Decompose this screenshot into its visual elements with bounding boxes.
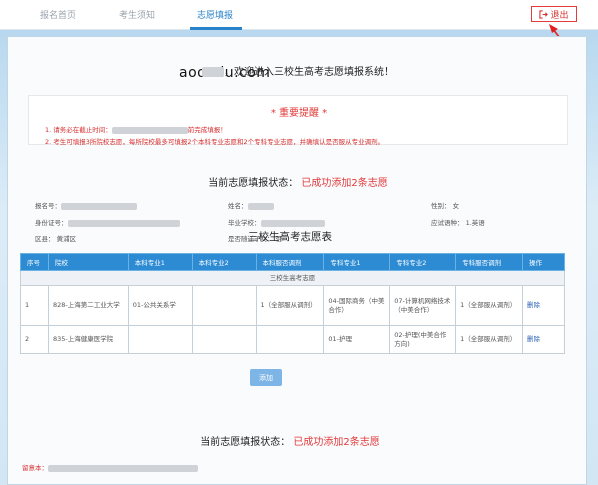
redacted-name-2	[247, 202, 274, 210]
table-row: 2 835-上海健康医学院 01-护理 02-护理(中美合作方向) 1（全部服从…	[20, 325, 565, 354]
welcome-text: ，欢迎进入三校生高考志愿填报系统！	[224, 67, 394, 78]
notice-title: * 重要提醒 *	[270, 108, 328, 119]
group-label: 三校生高考志愿	[20, 270, 565, 286]
info-name: 姓名：	[228, 200, 274, 210]
cell-school: 828-上海第二工业大学	[47, 285, 129, 326]
cell-zk1: 01-护理	[323, 325, 391, 354]
info-gender: 性别： 女	[431, 200, 459, 210]
col-header: 本科专业2	[191, 253, 257, 271]
redacted-exam-no	[61, 202, 137, 210]
col-header: 院校	[47, 253, 129, 271]
language-label: 应试语种：	[431, 219, 464, 227]
notice-line-1-text: 请务必在截止时间：	[53, 126, 112, 134]
info-school: 毕业学校：	[228, 217, 325, 227]
col-header: 序号	[20, 253, 49, 271]
cell-bk2	[191, 325, 257, 354]
status-line-bottom: 当前志愿填报状态： 已成功添加2条志愿	[0, 433, 580, 448]
col-header: 本科专业1	[127, 253, 193, 271]
footer-label: 留意本：	[22, 464, 48, 472]
status-value: 已成功添加2条志愿	[293, 437, 380, 448]
cell-no: 2	[20, 325, 49, 354]
cell-zk-adj: 1（全部服从调剂）	[455, 325, 524, 354]
footer-note: 留意本：	[22, 462, 198, 472]
cell-bk-adj: 1（全部服从调剂）	[255, 285, 325, 326]
notice-line-1-number: 1.	[45, 126, 52, 134]
cell-zk2: 02-护理(中美合作方向)	[389, 325, 457, 354]
cell-bk2	[191, 285, 257, 326]
language-value: 1.英语	[465, 219, 485, 227]
info-exam-no: 报名号：	[35, 200, 137, 210]
redacted-name	[202, 67, 224, 77]
redacted-deadline	[111, 126, 188, 134]
cell-no: 1	[20, 285, 49, 326]
col-header: 专科专业1	[323, 253, 391, 271]
notice-box: * 重要提醒 * 1. 请务必在截止时间： 前完成填报！ 2. 考生可填报3所院校…	[28, 95, 568, 146]
notice-line-2: 2. 考生可填报3所院校志愿，每所院校最多可填报2个本科专业志愿和2个专科专业志…	[45, 138, 385, 146]
cell-bk1: 01-公共关系学	[127, 285, 193, 326]
school-label: 毕业学校：	[228, 219, 261, 227]
welcome-message: ，欢迎进入三校生高考志愿填报系统！	[8, 63, 588, 78]
info-language: 应试语种： 1.英语	[431, 217, 485, 227]
col-header: 专科专业2	[389, 253, 457, 271]
table-title: 三校生高考志愿表	[248, 231, 332, 243]
cell-zk2: 07-计算机网络技术（中美合作）	[389, 285, 457, 326]
name-label: 姓名：	[228, 202, 248, 210]
status-label: 当前志愿填报状态：	[208, 178, 299, 189]
table-group-row: 三校生高考志愿	[20, 270, 565, 286]
table-header-row: 序号 院校 本科专业1 本科专业2 本科服否调剂 专科专业1 专科专业2 专科服…	[20, 253, 565, 271]
id-label: 身份证号：	[35, 219, 68, 227]
table-row: 1 828-上海第二工业大学 01-公共关系学 1（全部服从调剂） 04-国际商…	[20, 285, 565, 326]
gender-label: 性别：	[431, 202, 451, 210]
status-line-top: 当前志愿填报状态： 已成功添加2条志愿	[8, 174, 588, 189]
delete-link[interactable]: 删除	[522, 285, 565, 326]
col-header: 本科服否调剂	[255, 253, 325, 271]
cell-zk1: 04-国际商务（中美合作）	[323, 285, 391, 326]
exam-no-label: 报名号：	[35, 202, 61, 210]
add-button[interactable]: 添加	[250, 369, 282, 386]
cell-zk-adj: 1（全部服从调剂）	[455, 285, 524, 326]
delete-link[interactable]: 删除	[522, 325, 565, 354]
cell-bk-adj	[255, 325, 325, 354]
redacted-school	[260, 219, 325, 227]
status-value: 已成功添加2条志愿	[301, 178, 388, 189]
info-id: 身份证号：	[35, 217, 180, 227]
col-header: 操作	[522, 253, 565, 271]
cell-school: 835-上海健康医学院	[47, 325, 129, 354]
col-header: 专科服否调剂	[455, 253, 524, 271]
status-label: 当前志愿填报状态：	[200, 437, 291, 448]
notice-line-1-suffix: 前完成填报！	[187, 126, 227, 134]
gender-value: 女	[452, 202, 460, 210]
redacted-id	[67, 219, 180, 227]
notice-line-1: 1. 请务必在截止时间： 前完成填报！	[45, 124, 227, 134]
redacted-footer	[48, 464, 198, 472]
application-table: 序号 院校 本科专业1 本科专业2 本科服否调剂 专科专业1 专科专业2 专科服…	[20, 253, 565, 354]
cell-bk1	[127, 325, 193, 354]
